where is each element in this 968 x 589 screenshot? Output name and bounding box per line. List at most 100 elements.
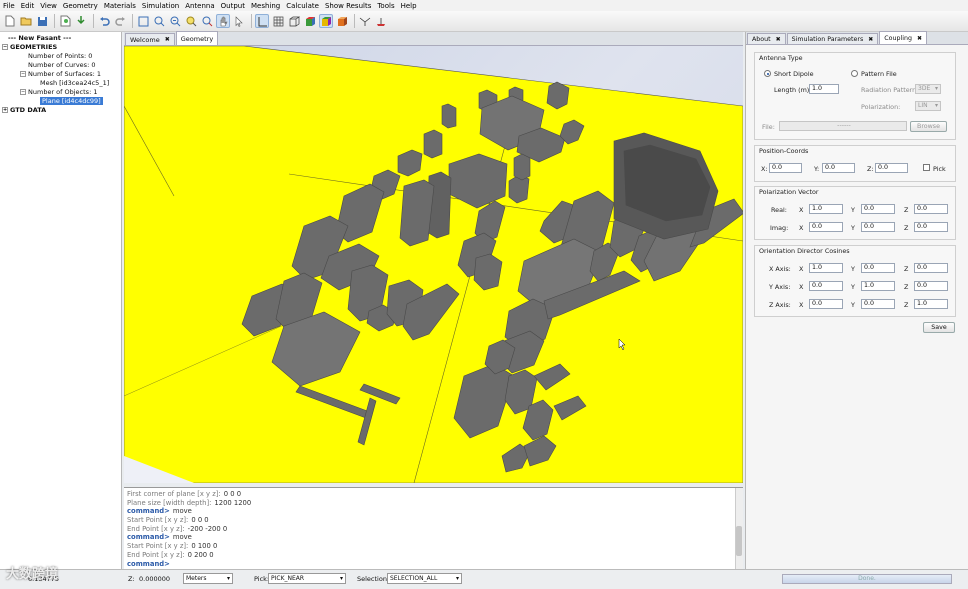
real-z-input[interactable]: 0.0 — [914, 204, 948, 214]
yaxis-z-input[interactable]: 0.0 — [914, 281, 948, 291]
expand-icon[interactable]: + — [2, 107, 8, 113]
console-label: End Point [x y z]: — [127, 550, 185, 559]
position-x-input[interactable]: 0.0 — [769, 163, 802, 173]
tab-coupling[interactable]: Coupling ✖ — [879, 31, 928, 44]
command-console[interactable]: First corner of plane [x y z]: 0 0 0 Plane… — [124, 487, 743, 569]
imag-x-input[interactable]: 0.0 — [809, 222, 843, 232]
short-dipole-radio[interactable] — [764, 70, 771, 77]
menu-show-results[interactable]: Show Results — [325, 2, 371, 10]
line-draw-icon[interactable] — [255, 14, 269, 28]
yaxis-y-input[interactable]: 1.0 — [861, 281, 895, 291]
tab-geometry[interactable]: Geometry — [175, 31, 219, 45]
menu-view[interactable]: View — [40, 2, 57, 10]
close-icon[interactable]: ✖ — [868, 36, 873, 43]
menu-tools[interactable]: Tools — [377, 2, 394, 10]
imag-z-input[interactable]: 0.0 — [914, 222, 948, 232]
zoom-in-icon[interactable] — [152, 14, 166, 28]
close-icon[interactable]: ✖ — [776, 36, 781, 43]
real-y-input[interactable]: 0.0 — [861, 204, 895, 214]
solid-cube-icon[interactable] — [319, 14, 333, 28]
import-icon[interactable] — [58, 14, 72, 28]
pattern-file-radio[interactable] — [851, 70, 858, 77]
position-z-input[interactable]: 0.0 — [875, 163, 908, 173]
pan-hand-icon[interactable] — [216, 14, 230, 28]
export-icon[interactable] — [74, 14, 88, 28]
shaded-cube-icon[interactable] — [303, 14, 317, 28]
yaxis-x-input[interactable]: 0.0 — [809, 281, 843, 291]
antenna-icon[interactable] — [374, 14, 388, 28]
xaxis-x-input[interactable]: 1.0 — [809, 263, 843, 273]
save-icon[interactable] — [35, 14, 49, 28]
tree-points[interactable]: Number of Points: 0 — [2, 52, 119, 61]
collapse-icon[interactable]: − — [2, 44, 8, 50]
ray-tracing-icon[interactable] — [358, 14, 372, 28]
position-y-input[interactable]: 0.0 — [822, 163, 855, 173]
tree-surfaces-node[interactable]: − Number of Surfaces: 1 — [2, 70, 119, 79]
console-label: End Point [x y z]: — [127, 524, 185, 533]
z-label: Z: — [867, 165, 874, 173]
close-icon[interactable]: ✖ — [917, 35, 922, 42]
tab-welcome[interactable]: Welcome ✖ — [125, 33, 175, 45]
tree-mesh[interactable]: Mesh [id3cea24c5_1] — [2, 79, 119, 88]
menu-output[interactable]: Output — [221, 2, 245, 10]
console-line: End Point [x y z]: -200 -200 0 — [127, 525, 740, 534]
file-input[interactable]: ------ — [779, 121, 907, 131]
menu-calculate[interactable]: Calculate — [286, 2, 319, 10]
tree-objects-node[interactable]: − Number of Objects: 1 — [2, 88, 119, 97]
undo-icon[interactable] — [97, 14, 111, 28]
imag-y-input[interactable]: 0.0 — [861, 222, 895, 232]
tree-root[interactable]: --- New Fasant --- — [2, 34, 119, 43]
open-folder-icon[interactable] — [19, 14, 33, 28]
scrollbar-thumb[interactable] — [736, 526, 742, 556]
zaxis-x-input[interactable]: 0.0 — [809, 299, 843, 309]
xaxis-y-input[interactable]: 0.0 — [861, 263, 895, 273]
redo-icon[interactable] — [113, 14, 127, 28]
tree-plane-item[interactable]: Plane [id4c4dc99] — [2, 97, 119, 106]
radiation-pattern-select[interactable]: 3DE — [915, 84, 941, 94]
xaxis-z-input[interactable]: 0.0 — [914, 263, 948, 273]
tab-about[interactable]: About ✖ — [747, 33, 786, 44]
zaxis-y-input[interactable]: 0.0 — [861, 299, 895, 309]
menu-simulation[interactable]: Simulation — [142, 2, 179, 10]
zoom-out-icon[interactable] — [168, 14, 182, 28]
console-value: move — [172, 507, 192, 516]
menu-file[interactable]: File — [3, 2, 15, 10]
new-file-icon[interactable] — [3, 14, 17, 28]
pick-checkbox[interactable] — [923, 164, 930, 171]
menu-antenna[interactable]: Antenna — [185, 2, 214, 10]
textured-cube-icon[interactable] — [335, 14, 349, 28]
browse-button[interactable]: Browse — [910, 121, 947, 132]
tree-geometries-node[interactable]: − GEOMETRIES — [2, 43, 119, 52]
menu-geometry[interactable]: Geometry — [63, 2, 98, 10]
tab-simulation-parameters[interactable]: Simulation Parameters ✖ — [786, 33, 879, 44]
3d-viewport[interactable] — [124, 46, 743, 483]
menu-materials[interactable]: Materials — [104, 2, 136, 10]
z-label: Z — [904, 206, 909, 214]
selection-mode-select[interactable]: SELECTION_ALL — [387, 573, 462, 584]
wireframe-cube-icon[interactable] — [287, 14, 301, 28]
menu-meshing[interactable]: Meshing — [251, 2, 280, 10]
pick-mode-select[interactable]: PICK_NEAR — [268, 573, 346, 584]
menu-help[interactable]: Help — [401, 2, 417, 10]
collapse-icon[interactable]: − — [20, 71, 26, 77]
menu-edit[interactable]: Edit — [21, 2, 35, 10]
tree-gtd-node[interactable]: + GTD DATA — [2, 106, 119, 115]
real-x-input[interactable]: 1.0 — [809, 204, 843, 214]
tree-curves[interactable]: Number of Curves: 0 — [2, 61, 119, 70]
toolbar-separator — [251, 14, 252, 28]
collapse-icon[interactable]: − — [20, 89, 26, 95]
polarization-select[interactable]: LIN — [915, 101, 941, 111]
save-button[interactable]: Save — [923, 322, 955, 333]
document-tabs: Welcome ✖ Geometry — [124, 31, 743, 46]
console-scrollbar[interactable] — [735, 488, 743, 569]
length-input[interactable]: 1.0 — [809, 84, 839, 94]
close-icon[interactable]: ✖ — [165, 36, 170, 43]
zoom-window-icon[interactable] — [184, 14, 198, 28]
fit-view-icon[interactable] — [136, 14, 150, 28]
zoom-extents-icon[interactable] — [200, 14, 214, 28]
grid-icon[interactable] — [271, 14, 285, 28]
select-pointer-icon[interactable] — [232, 14, 246, 28]
zaxis-z-input[interactable]: 1.0 — [914, 299, 948, 309]
y-label: Y — [851, 224, 855, 232]
units-select[interactable]: Meters — [183, 573, 233, 584]
